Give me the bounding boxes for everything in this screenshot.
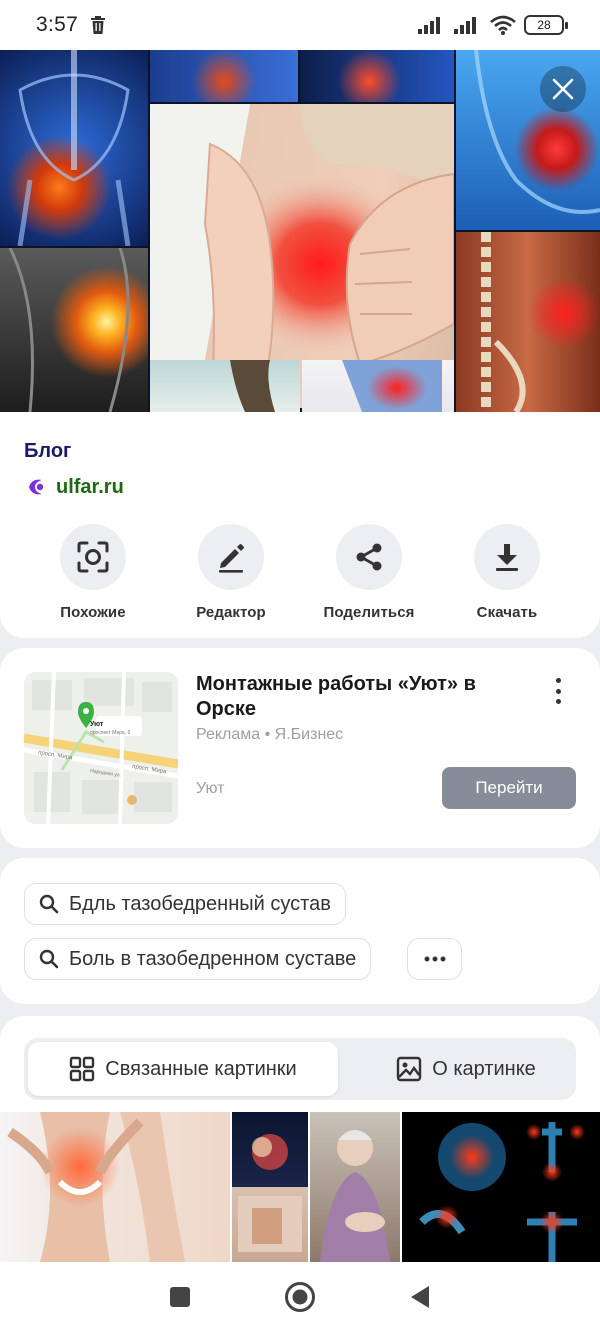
dot — [555, 678, 561, 683]
ad-brand: Уют — [196, 780, 225, 797]
share-button[interactable]: Поделиться — [300, 524, 438, 621]
related-thumbnail[interactable] — [0, 1112, 230, 1262]
action-label: Похожие — [60, 604, 126, 621]
status-time: 3:57 — [36, 13, 79, 36]
ad-meta: Реклама • Я.Бизнес — [196, 726, 344, 743]
action-circle — [60, 524, 126, 590]
trash-icon — [91, 16, 106, 34]
action-label: Поделиться — [323, 604, 415, 621]
image-info-card: Блог ulfar.ru Похожие Редактор Поделитьс… — [0, 412, 600, 638]
editor-button[interactable]: Редактор — [162, 524, 300, 621]
action-circle — [198, 524, 264, 590]
search-icon — [39, 949, 59, 969]
related-thumbnail[interactable] — [310, 1112, 400, 1262]
more-icon — [424, 956, 445, 962]
query-chip[interactable]: Боль в тазобедренном суставе — [24, 938, 372, 980]
dot — [555, 699, 561, 704]
wifi-icon — [490, 15, 516, 35]
related-tabs: Связанные картинки О картинке — [24, 1038, 576, 1100]
query-chip-label: Бдль тазобедренный сустав — [69, 892, 331, 915]
battery-level: 28 — [537, 18, 551, 32]
map-place-label: Уют — [90, 721, 104, 728]
action-label: Скачать — [476, 604, 538, 621]
tab-label: Связанные картинки — [105, 1057, 297, 1080]
related-images-card: Связанные картинки О картинке — [0, 1016, 600, 1276]
tab-related-images[interactable]: Связанные картинки — [28, 1042, 338, 1096]
related-thumbnail[interactable] — [402, 1112, 600, 1262]
similar-button[interactable]: Похожие — [24, 524, 162, 621]
search-icon — [39, 894, 59, 914]
image-actions: Похожие Редактор Поделиться Скачать — [0, 524, 600, 621]
signal-icon — [418, 17, 440, 34]
back-button[interactable] — [400, 1277, 440, 1317]
home-circle-icon — [285, 1282, 315, 1312]
query-chip-label: Боль в тазобедренном суставе — [69, 947, 357, 970]
source-name: ulfar.ru — [56, 475, 124, 498]
back-triangle-icon — [411, 1286, 429, 1308]
lens-icon — [77, 541, 109, 573]
tab-about-image[interactable]: О картинке — [356, 1042, 576, 1096]
action-label: Редактор — [196, 604, 266, 621]
pencil-icon — [219, 544, 244, 573]
battery-icon: 28 — [524, 15, 568, 35]
image-tile — [302, 360, 454, 412]
ad-go-button[interactable]: Перейти — [442, 767, 576, 809]
status-bar: 3:57 28 — [0, 0, 600, 50]
home-button[interactable] — [280, 1277, 320, 1317]
related-queries-card: Бдль тазобедренный сустав Боль в тазобед… — [0, 858, 600, 1004]
action-circle — [474, 524, 540, 590]
ad-more-menu[interactable] — [546, 678, 570, 704]
system-nav-bar — [0, 1262, 600, 1332]
more-queries-button[interactable] — [407, 938, 462, 980]
ad-card[interactable]: Уют проспект Мира, 6 просп. Мира просп. … — [0, 648, 600, 848]
main-image[interactable] — [0, 50, 600, 412]
close-icon — [552, 78, 574, 100]
related-thumbnails — [0, 1112, 600, 1262]
action-circle — [336, 524, 402, 590]
grid-icon — [70, 1056, 95, 1082]
recents-button[interactable] — [160, 1277, 200, 1317]
ad-map-image[interactable]: Уют проспект Мира, 6 просп. Мира просп. … — [24, 672, 178, 824]
download-icon — [496, 544, 518, 571]
image-tile — [0, 248, 148, 412]
square-icon — [170, 1287, 190, 1307]
signal-icon-2 — [454, 17, 476, 34]
dot — [555, 688, 561, 694]
image-tile — [0, 50, 148, 246]
query-chip[interactable]: Бдль тазобедренный сустав — [24, 883, 346, 925]
image-tile — [456, 232, 600, 412]
image-title[interactable]: Блог — [24, 440, 71, 463]
image-tile — [150, 360, 300, 412]
source-site-icon — [25, 475, 49, 499]
image-icon — [397, 1056, 422, 1082]
image-tile — [150, 50, 298, 102]
close-button[interactable] — [540, 66, 586, 112]
map-address-label: проспект Мира, 6 — [90, 730, 130, 736]
status-indicators: 28 — [418, 15, 568, 35]
ad-title[interactable]: Монтажные работы «Уют» в Орске — [196, 672, 496, 722]
share-icon — [356, 543, 382, 571]
source-link[interactable]: ulfar.ru — [24, 474, 124, 500]
tab-label: О картинке — [432, 1057, 536, 1080]
related-thumbnail[interactable] — [232, 1112, 308, 1262]
download-button[interactable]: Скачать — [438, 524, 576, 621]
image-tile — [300, 50, 454, 102]
